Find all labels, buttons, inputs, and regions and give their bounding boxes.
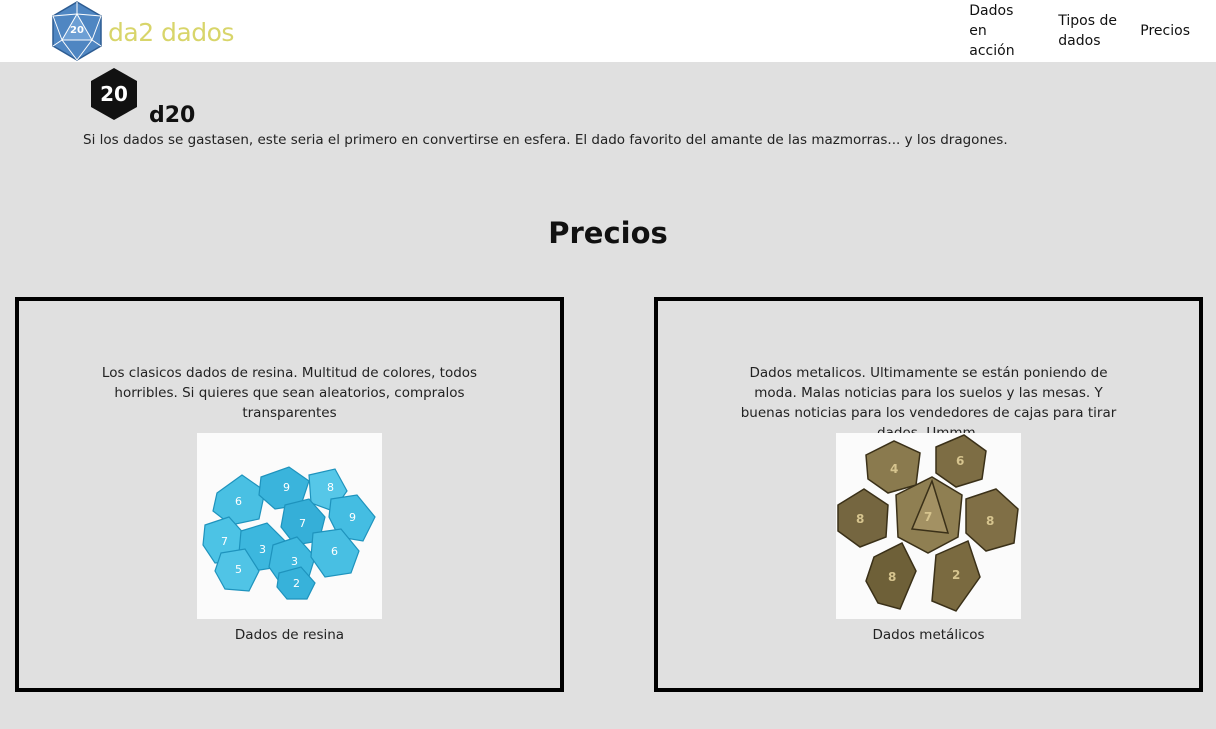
svg-text:6: 6 — [235, 495, 242, 508]
metal-dice-photo: 4 6 8 8 7 8 2 — [836, 433, 1021, 619]
d20-icon-number: 20 — [100, 82, 128, 106]
svg-text:8: 8 — [986, 514, 994, 528]
svg-text:9: 9 — [349, 511, 356, 524]
svg-text:3: 3 — [291, 555, 298, 568]
nav-dados-en-accion[interactable]: Dados en acción — [969, 1, 1035, 61]
svg-text:2: 2 — [293, 577, 300, 590]
brand-name[interactable]: da2 dados — [108, 16, 234, 47]
svg-text:7: 7 — [299, 517, 306, 530]
site-header: 20 da2 dados Dados en acción Tipos de da… — [0, 0, 1216, 62]
prices-heading: Precios — [548, 216, 668, 250]
svg-text:8: 8 — [888, 570, 896, 584]
d20-logo-icon: 20 — [52, 1, 102, 61]
price-card-resin: Los clasicos dados de resina. Multitud d… — [15, 297, 564, 692]
nav-precios[interactable]: Precios — [1140, 21, 1190, 41]
svg-text:7: 7 — [924, 510, 932, 524]
svg-text:6: 6 — [331, 545, 338, 558]
card-caption: Dados de resina — [234, 627, 345, 643]
nav-tipos-de-dados[interactable]: Tipos de dados — [1058, 11, 1118, 51]
svg-text:2: 2 — [952, 568, 960, 582]
svg-text:8: 8 — [856, 512, 864, 526]
home-logo-link[interactable]: 20 da2 dados — [50, 0, 234, 62]
d20-icon: 20 — [91, 68, 137, 120]
svg-text:5: 5 — [235, 563, 242, 576]
svg-text:9: 9 — [283, 481, 290, 494]
main-nav: Dados en acción Tipos de dados Precios — [969, 0, 1190, 62]
blue-resin-dice-photo: 6 9 8 9 7 7 3 5 3 6 2 — [197, 433, 382, 619]
svg-text:4: 4 — [890, 462, 898, 476]
card-caption: Dados metálicos — [872, 627, 985, 643]
d20-title: d20 — [149, 103, 196, 128]
card-description: Los clasicos dados de resina. Multitud d… — [101, 365, 478, 421]
card-description: Dados metalicos. Ultimamente se están po… — [740, 365, 1117, 441]
price-card-metal: Dados metalicos. Ultimamente se están po… — [654, 297, 1203, 692]
logo-number: 20 — [70, 25, 84, 36]
svg-text:7: 7 — [221, 535, 228, 548]
svg-text:6: 6 — [956, 454, 964, 468]
svg-text:8: 8 — [327, 481, 334, 494]
d20-description: Si los dados se gastasen, este seria el … — [83, 132, 1008, 148]
svg-text:3: 3 — [259, 543, 266, 556]
